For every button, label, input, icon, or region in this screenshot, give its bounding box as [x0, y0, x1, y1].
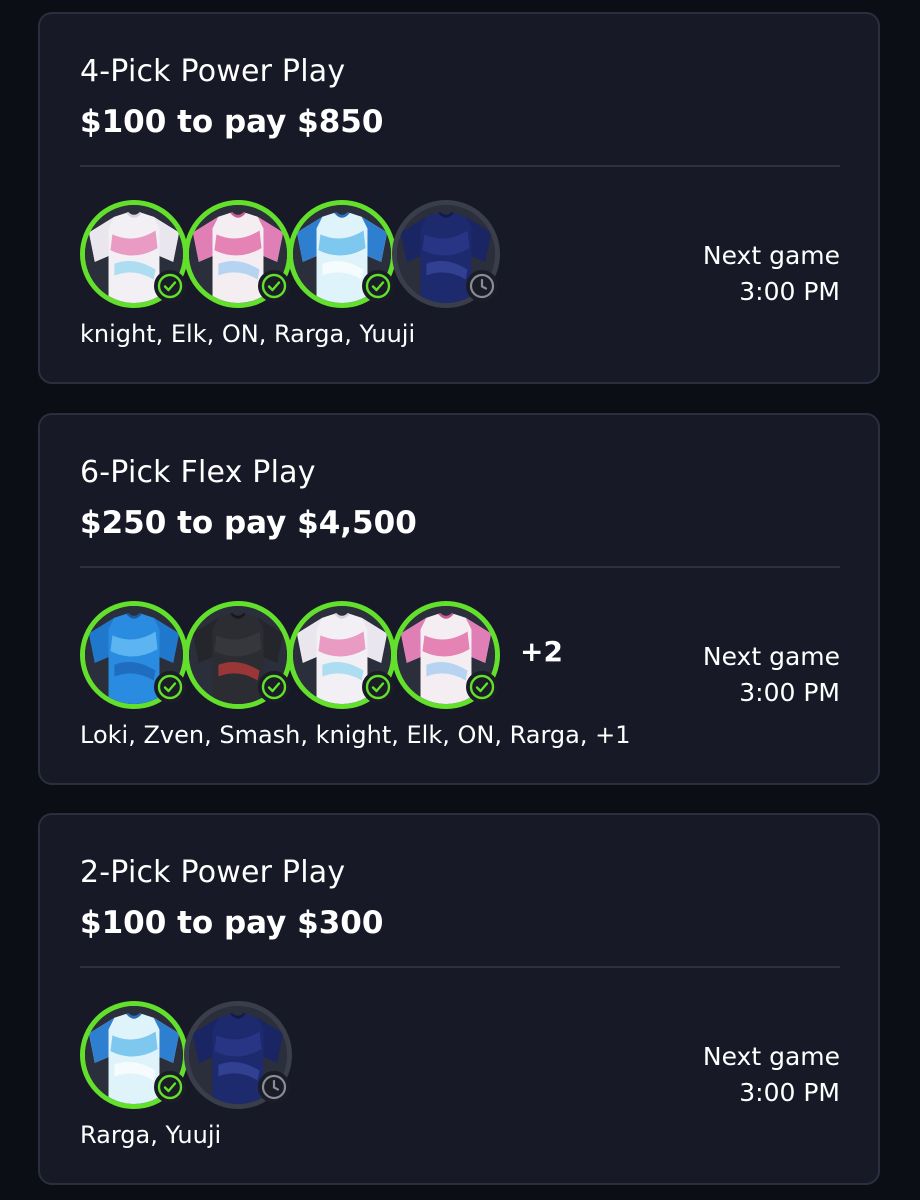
- entry-card[interactable]: 4-Pick Power Play $100 to pay $850 knigh…: [38, 12, 880, 384]
- entry-payout: $100 to pay $850: [80, 104, 384, 140]
- check-icon: [154, 270, 186, 302]
- check-icon: [154, 1071, 186, 1103]
- next-game-label: Next game: [702, 241, 840, 270]
- entry-title: 2-Pick Power Play: [80, 855, 346, 890]
- player-list: Loki, Zven, Smash, knight, Elk, ON, Rarg…: [80, 721, 631, 749]
- check-icon: [258, 270, 290, 302]
- entry-card[interactable]: 2-Pick Power Play $100 to pay $300 Rarga…: [38, 813, 880, 1185]
- check-icon: [362, 270, 394, 302]
- pick-avatars: +2: [80, 601, 600, 711]
- next-game-time: 3:00 PM: [739, 678, 840, 707]
- entry-card[interactable]: 6-Pick Flex Play $250 to pay $4,500 +2 L…: [38, 413, 880, 785]
- next-game-time: 3:00 PM: [739, 1078, 840, 1107]
- next-game-info: Next game 3:00 PM: [703, 1039, 840, 1111]
- entry-payout: $250 to pay $4,500: [80, 505, 417, 541]
- entry-title: 6-Pick Flex Play: [80, 455, 316, 490]
- check-icon: [258, 671, 290, 703]
- entry-payout: $100 to pay $300: [80, 905, 384, 941]
- next-game-time: 3:00 PM: [739, 277, 840, 306]
- player-list: Rarga, Yuuji: [80, 1121, 222, 1149]
- clock-icon: [466, 270, 498, 302]
- next-game-info: Next game 3:00 PM: [703, 639, 840, 711]
- pick-avatars: [80, 200, 600, 310]
- divider: [80, 165, 840, 167]
- clock-icon: [258, 1071, 290, 1103]
- check-icon: [154, 671, 186, 703]
- check-icon: [466, 671, 498, 703]
- player-list: knight, Elk, ON, Rarga, Yuuji: [80, 320, 416, 348]
- entry-title: 4-Pick Power Play: [80, 54, 346, 89]
- pick-avatars: [80, 1001, 600, 1111]
- next-game-label: Next game: [702, 642, 840, 671]
- next-game-info: Next game 3:00 PM: [703, 238, 840, 310]
- more-picks-count: +2: [520, 635, 563, 668]
- check-icon: [362, 671, 394, 703]
- divider: [80, 566, 840, 568]
- next-game-label: Next game: [702, 1042, 840, 1071]
- divider: [80, 966, 840, 968]
